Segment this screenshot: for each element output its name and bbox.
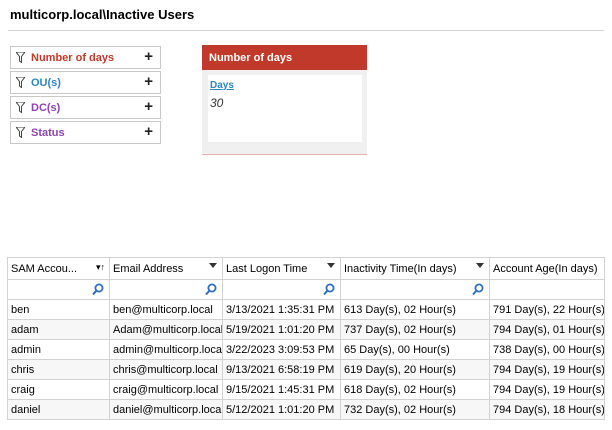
search-cell-email[interactable] (109, 279, 223, 300)
popup-title: Number of days (202, 45, 367, 70)
cell-inactivity-time: 65 Day(s), 00 Hour(s) (340, 339, 490, 360)
search-cell-inactivity-time[interactable] (340, 279, 490, 300)
table-header-row: SAM Accou... ▾↑ Email Address Last Logon … (7, 257, 605, 280)
filter-ous[interactable]: OU(s) + (10, 71, 161, 94)
column-header-email[interactable]: Email Address (109, 257, 223, 280)
column-header-label: Last Logon Time (226, 262, 308, 275)
cell-account-age: 794 Day(s), 01 Hour(s) (489, 319, 605, 340)
cell-last-logon: 5/19/2021 1:01:20 PM (222, 319, 341, 340)
filter-status[interactable]: Status + (10, 121, 161, 144)
table-row[interactable]: daniel daniel@multicorp.local 5/12/2021 … (7, 399, 605, 420)
column-header-label: Inactivity Time(In days) (344, 262, 457, 275)
popup-body: Days 30 (208, 75, 362, 142)
column-header-account-age[interactable]: Account Age(In days) (489, 257, 605, 280)
search-icon[interactable] (472, 283, 484, 296)
funnel-icon (16, 77, 25, 88)
cell-email: craig@multicorp.local (109, 379, 223, 400)
cell-email: ben@multicorp.local (109, 299, 223, 320)
column-header-label: SAM Accou... (11, 262, 78, 275)
cell-sam-account: craig (7, 379, 110, 400)
search-cell-account-age[interactable] (489, 279, 605, 300)
cell-last-logon: 3/13/2021 1:35:31 PM (222, 299, 341, 320)
table-row[interactable]: craig craig@multicorp.local 9/15/2021 1:… (7, 379, 605, 400)
cell-email: daniel@multicorp.local (109, 399, 223, 420)
search-cell-last-logon[interactable] (222, 279, 341, 300)
column-header-label: Account Age(In days) (493, 262, 598, 275)
search-icon[interactable] (205, 283, 217, 296)
cell-last-logon: 9/13/2021 6:58:19 PM (222, 359, 341, 380)
expand-plus-icon[interactable]: + (144, 124, 153, 140)
column-search-row (7, 279, 605, 300)
table-row[interactable]: adam Adam@multicorp.local 5/19/2021 1:01… (7, 319, 605, 340)
filter-number-of-days[interactable]: Number of days + (10, 46, 161, 69)
cell-inactivity-time: 732 Day(s), 02 Hour(s) (340, 399, 490, 420)
expand-plus-icon[interactable]: + (144, 49, 153, 65)
funnel-icon (16, 52, 25, 63)
expand-plus-icon[interactable]: + (144, 74, 153, 90)
cell-account-age: 794 Day(s), 18 Hour(s) (489, 399, 605, 420)
filter-dcs[interactable]: DC(s) + (10, 96, 161, 119)
filter-label: Status (31, 127, 65, 139)
days-field-label[interactable]: Days (210, 80, 234, 91)
search-cell-sam-account[interactable] (7, 279, 110, 300)
cell-email: chris@multicorp.local (109, 359, 223, 380)
cell-last-logon: 5/12/2021 1:01:20 PM (222, 399, 341, 420)
column-header-sam-account[interactable]: SAM Accou... ▾↑ (7, 257, 110, 280)
cell-inactivity-time: 618 Day(s), 02 Hour(s) (340, 379, 490, 400)
page-title: multicorp.local\Inactive Users (10, 7, 195, 22)
table-row[interactable]: admin admin@multicorp.local 3/22/2023 3:… (7, 339, 605, 360)
dropdown-arrow-icon[interactable] (209, 263, 217, 268)
cell-sam-account: chris (7, 359, 110, 380)
number-of-days-popup: Number of days Days 30 (202, 45, 367, 155)
search-icon[interactable] (323, 283, 335, 296)
expand-plus-icon[interactable]: + (144, 99, 153, 115)
cell-sam-account: daniel (7, 399, 110, 420)
cell-inactivity-time: 619 Day(s), 20 Hour(s) (340, 359, 490, 380)
days-field-value[interactable]: 30 (210, 96, 223, 110)
table-row[interactable]: chris chris@multicorp.local 9/13/2021 6:… (7, 359, 605, 380)
funnel-icon (16, 102, 25, 113)
cell-email: admin@multicorp.local (109, 339, 223, 360)
cell-email: Adam@multicorp.local (109, 319, 223, 340)
cell-account-age: 791 Day(s), 22 Hour(s) (489, 299, 605, 320)
cell-inactivity-time: 737 Day(s), 02 Hour(s) (340, 319, 490, 340)
dropdown-arrow-icon[interactable] (327, 263, 335, 268)
table-row[interactable]: ben ben@multicorp.local 3/13/2021 1:35:3… (7, 299, 605, 320)
title-divider (8, 30, 604, 31)
column-header-label: Email Address (113, 262, 184, 275)
cell-account-age: 738 Day(s), 00 Hour(s) (489, 339, 605, 360)
users-table: SAM Accou... ▾↑ Email Address Last Logon … (7, 257, 605, 420)
column-header-last-logon[interactable]: Last Logon Time (222, 257, 341, 280)
cell-sam-account: admin (7, 339, 110, 360)
cell-account-age: 794 Day(s), 19 Hour(s) (489, 379, 605, 400)
cell-inactivity-time: 613 Day(s), 02 Hour(s) (340, 299, 490, 320)
cell-account-age: 794 Day(s), 19 Hour(s) (489, 359, 605, 380)
cell-last-logon: 3/22/2023 3:09:53 PM (222, 339, 341, 360)
dropdown-arrow-icon[interactable] (476, 263, 484, 268)
filter-label: OU(s) (31, 77, 61, 89)
filter-label: DC(s) (31, 102, 61, 114)
cell-sam-account: adam (7, 319, 110, 340)
cell-sam-account: ben (7, 299, 110, 320)
cell-last-logon: 9/15/2021 1:45:31 PM (222, 379, 341, 400)
sort-arrows-icon[interactable]: ▾↑ (96, 262, 105, 273)
search-icon[interactable] (92, 283, 104, 296)
funnel-icon (16, 127, 25, 138)
filter-panel: Number of days + OU(s) + DC(s) + Status … (10, 46, 161, 146)
filter-label: Number of days (31, 52, 115, 64)
column-header-inactivity-time[interactable]: Inactivity Time(In days) (340, 257, 490, 280)
